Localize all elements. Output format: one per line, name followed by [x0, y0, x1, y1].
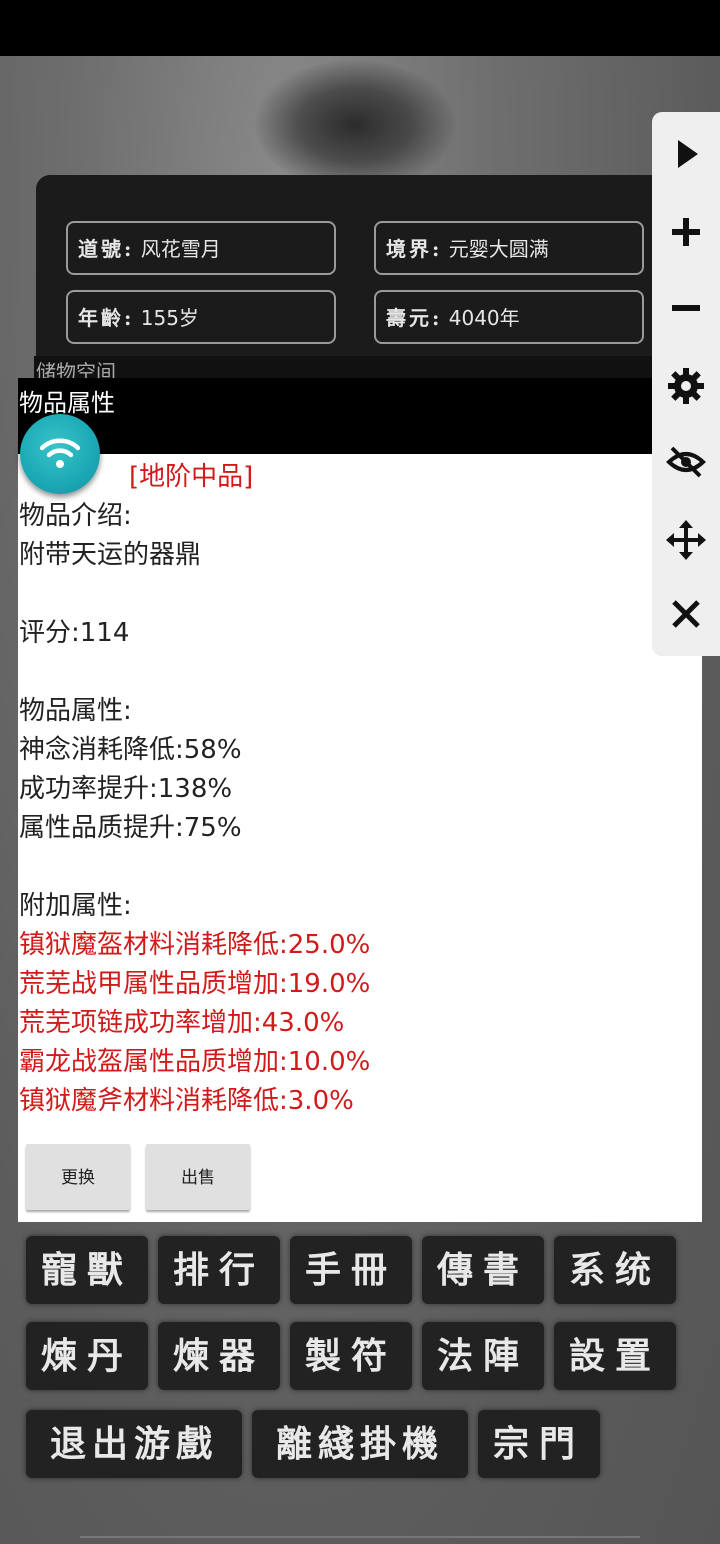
- menu-manual-button[interactable]: 手冊: [290, 1236, 412, 1304]
- nianling-field: 年齡: 155岁: [66, 290, 336, 344]
- settings-icon[interactable]: [666, 366, 706, 406]
- item-attributes-dialog: 物品属性 [地阶中品] 物品介绍: 附带天运的器鼎 评分:114 物品属性: 神…: [18, 378, 702, 1222]
- extra-attr: 镇狱魔斧材料消耗降低:3.0%: [19, 1086, 354, 1116]
- play-icon[interactable]: [666, 134, 706, 174]
- move-icon[interactable]: [666, 520, 706, 560]
- sell-button[interactable]: 出售: [146, 1144, 250, 1210]
- menu-mail-button[interactable]: 傳書: [422, 1236, 544, 1304]
- shouyuan-label: 壽元:: [386, 306, 443, 330]
- floating-toolbar: [652, 112, 720, 656]
- menu-settings-button[interactable]: 設置: [554, 1322, 676, 1390]
- jingjie-label: 境界:: [386, 237, 443, 261]
- item-attr: 成功率提升:138%: [19, 774, 233, 804]
- jingjie-field: 境界: 元婴大圆满: [374, 221, 644, 275]
- extra-attr: 荒芜战甲属性品质增加:19.0%: [19, 969, 371, 999]
- hide-icon[interactable]: [666, 442, 706, 482]
- nianling-value: 155岁: [140, 306, 199, 330]
- daohao-label: 道號:: [78, 237, 135, 261]
- dialog-body: [地阶中品] 物品介绍: 附带天运的器鼎 评分:114 物品属性: 神念消耗降低…: [19, 458, 699, 1121]
- jingjie-value: 元婴大圆满: [448, 237, 549, 261]
- daohao-field: 道號: 风花雪月: [66, 221, 336, 275]
- close-icon[interactable]: [666, 594, 706, 634]
- wifi-icon: [40, 438, 80, 468]
- menu-alchemy-button[interactable]: 煉丹: [26, 1322, 148, 1390]
- menu-forging-button[interactable]: 煉器: [158, 1322, 280, 1390]
- item-intro-label: 物品介绍:: [19, 501, 132, 531]
- dialog-header: 物品属性: [18, 378, 702, 454]
- item-intro-text: 附带天运的器鼎: [19, 540, 202, 570]
- item-grade: [地阶中品]: [129, 462, 254, 492]
- item-attr: 神念消耗降低:58%: [19, 735, 242, 765]
- replace-button[interactable]: 更换: [26, 1144, 130, 1210]
- floating-wifi-button[interactable]: [20, 414, 100, 494]
- menu-exit-game-button[interactable]: 退出游戲: [26, 1410, 242, 1478]
- item-score: 评分:114: [19, 618, 130, 648]
- nianling-label: 年齡:: [78, 306, 135, 330]
- ink-painting-decoration: [255, 60, 455, 190]
- zoom-in-icon[interactable]: [666, 212, 706, 252]
- menu-sect-button[interactable]: 宗門: [478, 1410, 600, 1478]
- bottom-divider: [80, 1536, 640, 1538]
- item-attr: 属性品质提升:75%: [19, 813, 242, 843]
- daohao-value: 风花雪月: [140, 237, 221, 261]
- extra-attrs-label: 附加属性:: [19, 891, 132, 921]
- shouyuan-field: 壽元: 4040年: [374, 290, 644, 344]
- item-attrs-label: 物品属性:: [19, 696, 132, 726]
- player-info-panel: 道號: 风花雪月 境界: 元婴大圆满 年齡: 155岁 壽元: 4040年: [36, 175, 684, 375]
- menu-talisman-button[interactable]: 製符: [290, 1322, 412, 1390]
- menu-system-button[interactable]: 系统: [554, 1236, 676, 1304]
- extra-attr: 霸龙战盔属性品质增加:10.0%: [19, 1047, 371, 1077]
- menu-ranking-button[interactable]: 排行: [158, 1236, 280, 1304]
- menu-pet-button[interactable]: 寵獸: [26, 1236, 148, 1304]
- zoom-out-icon[interactable]: [666, 288, 706, 328]
- menu-formation-button[interactable]: 法陣: [422, 1322, 544, 1390]
- dialog-title: 物品属性: [19, 389, 115, 417]
- extra-attr: 镇狱魔盔材料消耗降低:25.0%: [19, 930, 371, 960]
- extra-attr: 荒芜项链成功率增加:43.0%: [19, 1008, 345, 1038]
- shouyuan-value: 4040年: [448, 306, 520, 330]
- menu-offline-idle-button[interactable]: 離綫掛機: [252, 1410, 468, 1478]
- status-bar: [0, 0, 720, 56]
